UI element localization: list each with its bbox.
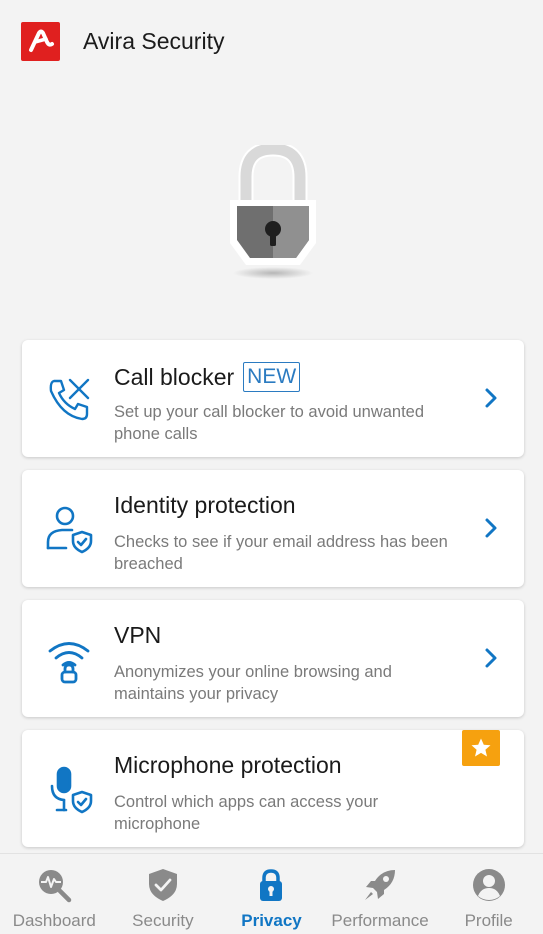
shield-check-icon [145,867,181,903]
nav-label: Profile [464,911,513,930]
dashboard-icon [36,867,72,903]
chevron-right-icon [482,386,500,410]
profile-icon [471,867,507,903]
card-description: Set up your call blocker to avoid unwant… [114,403,425,443]
chevron-right-icon [482,646,500,670]
chevron-right-icon [482,516,500,540]
nav-label: Performance [331,911,429,930]
card-vpn[interactable]: VPN Anonymizes your online browsing and … [22,600,524,717]
card-call-blocker[interactable]: Call blocker NEW Set up your call blocke… [22,340,524,457]
bottom-navigation: Dashboard Security Privacy Performance P… [0,853,543,934]
premium-star-icon [462,730,500,766]
card-title-text: Call blocker [114,363,235,390]
nav-item-privacy[interactable]: Privacy [217,854,326,934]
card-title: VPN [114,622,162,648]
avira-logo-icon [21,21,60,61]
nav-label: Security [132,911,194,930]
phone-cross-icon [44,374,94,424]
lock-icon [253,867,289,903]
nav-label: Privacy [241,911,302,930]
rocket-icon [362,867,398,903]
card-microphone-protection[interactable]: Microphone protection Control which apps… [22,730,524,847]
new-badge: NEW [243,362,301,392]
privacy-lock-illustration [226,141,320,280]
user-shield-icon [44,504,94,554]
card-title: Identity protection [114,492,296,518]
card-description: Control which apps can access your micro… [114,793,379,833]
app-title: Avira Security [83,27,225,54]
card-description: Anonymizes your online browsing and main… [114,663,392,703]
card-title: Microphone protection [114,752,342,778]
nav-item-security[interactable]: Security [109,854,218,934]
microphone-shield-icon [44,764,94,814]
nav-item-profile[interactable]: Profile [434,854,543,934]
nav-label: Dashboard [12,911,96,930]
nav-item-performance[interactable]: Performance [326,854,435,934]
card-identity-protection[interactable]: Identity protection Checks to see if you… [22,470,524,587]
nav-item-dashboard[interactable]: Dashboard [0,854,109,934]
wifi-lock-icon [44,634,94,684]
app-bar: Avira Security [0,0,543,82]
card-title: Call blocker NEW [114,362,301,392]
card-description: Checks to see if your email address has … [114,533,448,573]
